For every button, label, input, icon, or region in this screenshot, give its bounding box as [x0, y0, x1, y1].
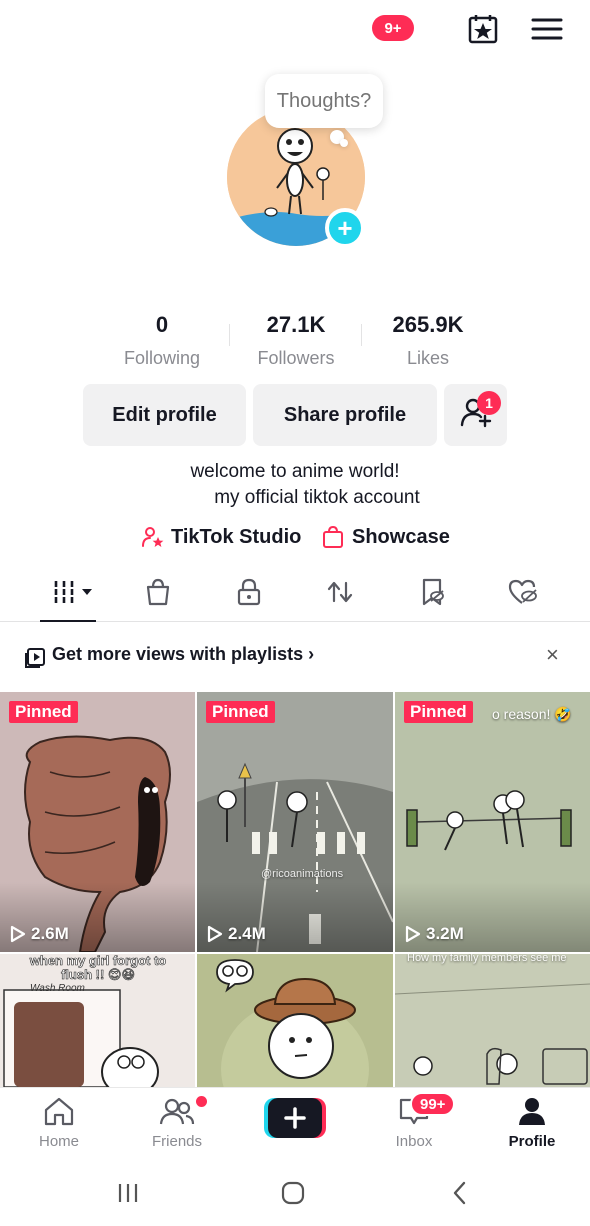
create-button[interactable] — [264, 1098, 326, 1138]
add-avatar-button[interactable]: + — [325, 208, 365, 248]
nav-profile-label: Profile — [508, 1133, 556, 1150]
video-thumbnail — [395, 692, 590, 952]
repost-icon — [325, 577, 355, 612]
pinned-badge: Pinned — [206, 701, 275, 723]
play-icon — [405, 925, 421, 943]
following-count: 0 — [155, 312, 169, 337]
video-thumbnail — [197, 692, 393, 952]
video-caption-overlay: when my girl forgot to flush !! 😍😆 — [29, 954, 167, 982]
heart-hidden-icon — [507, 577, 539, 612]
likes-label: Likes — [406, 348, 450, 368]
video-tile[interactable]: Wash Room when my girl forgot to flush !… — [0, 954, 195, 1087]
bookmark-hidden-icon — [417, 577, 447, 612]
view-count: 2.4M — [207, 924, 266, 944]
friends-notification-dot — [196, 1096, 207, 1107]
system-navigation-bar — [0, 1160, 590, 1226]
video-tile[interactable]: How my family members see me — [395, 954, 590, 1087]
playlist-icon — [24, 647, 46, 674]
recent-apps-icon[interactable] — [108, 1178, 148, 1208]
add-friend-button[interactable] — [444, 384, 507, 446]
bio-line-2: my official tiktok account — [214, 487, 420, 508]
shopping-bag-icon — [143, 577, 173, 612]
active-tab-indicator — [40, 620, 96, 622]
nav-home[interactable]: Home — [9, 1096, 109, 1150]
view-count: 2.6M — [10, 924, 69, 944]
video-tile[interactable]: Pinned o reason! 🤣 3.2M — [395, 692, 590, 952]
tab-videos[interactable] — [50, 576, 94, 612]
tiktok-studio-label: TikTok Studio — [171, 525, 302, 548]
pinned-badge: Pinned — [9, 701, 78, 723]
video-thumbnail — [0, 692, 195, 952]
bio-line-1: welcome to anime world! — [190, 461, 400, 482]
edit-profile-button[interactable]: Edit profile — [83, 384, 246, 446]
create-plus-icon — [264, 1098, 326, 1138]
video-watermark: @ricoanimations — [261, 868, 344, 880]
profile-icon — [515, 1098, 549, 1130]
view-count: 3.2M — [405, 924, 464, 944]
bottom-navigation: Home Friends Inbox 99+ Profile — [0, 1087, 590, 1159]
pinned-badge: Pinned — [404, 701, 473, 723]
nav-friends-label: Friends — [151, 1133, 203, 1150]
add-friend-badge: 1 — [477, 391, 501, 415]
content-tabs — [0, 566, 590, 622]
nav-profile[interactable]: Profile — [482, 1096, 582, 1150]
nav-home-label: Home — [38, 1133, 79, 1150]
calendar-star-icon[interactable] — [466, 12, 500, 46]
nav-friends[interactable]: Friends — [127, 1096, 227, 1150]
playlist-banner-label: Get more views with playlists — [52, 644, 304, 664]
friends-icon — [159, 1098, 195, 1130]
tab-private[interactable] — [231, 576, 267, 612]
video-thumbnail — [197, 954, 393, 1087]
stat-following[interactable]: 0 Following — [87, 312, 237, 369]
video-caption-overlay: o reason! 🤣 — [492, 706, 572, 722]
showcase-label: Showcase — [352, 525, 450, 548]
following-label: Following — [123, 348, 201, 368]
svg-text:Wash Room: Wash Room — [30, 983, 85, 994]
links-row: TikTok Studio Showcase — [0, 522, 590, 552]
stat-followers[interactable]: 27.1K Followers — [221, 312, 371, 369]
tab-liked[interactable] — [505, 576, 541, 612]
inbox-badge: 99+ — [410, 1092, 456, 1116]
playlist-banner-text: Get more views with playlists › — [52, 644, 314, 665]
nav-inbox-label: Inbox — [395, 1133, 433, 1150]
likes-count: 265.9K — [392, 312, 464, 337]
thoughts-bubble[interactable]: Thoughts? — [265, 74, 383, 128]
tab-favorites[interactable] — [414, 576, 450, 612]
video-thumbnail — [395, 954, 590, 1087]
view-count-value: 2.4M — [228, 924, 266, 943]
video-caption-overlay: How my family members see me — [407, 954, 567, 964]
chevron-right-icon: › — [308, 644, 315, 664]
view-count-value: 3.2M — [426, 924, 464, 943]
grid-dropdown-icon — [50, 577, 94, 612]
lock-icon — [234, 577, 264, 612]
stat-likes[interactable]: 265.9K Likes — [353, 312, 503, 369]
bubble-dot — [340, 139, 348, 147]
shopping-bag-icon — [322, 525, 344, 549]
video-tile[interactable]: Pinned 2.6M — [0, 692, 195, 952]
tab-shop[interactable] — [140, 576, 176, 612]
home-icon — [42, 1097, 76, 1130]
followers-count: 27.1K — [266, 312, 326, 337]
view-count-value: 2.6M — [31, 924, 69, 943]
playlist-banner[interactable]: Get more views with playlists › × — [0, 638, 590, 674]
menu-icon[interactable] — [530, 12, 564, 46]
share-profile-button[interactable]: Share profile — [253, 384, 437, 446]
notification-badge[interactable]: 9+ — [372, 15, 414, 41]
showcase-link[interactable]: Showcase — [322, 522, 450, 552]
video-tile[interactable] — [197, 954, 393, 1087]
back-icon[interactable] — [440, 1178, 480, 1208]
play-icon — [207, 925, 223, 943]
person-star-icon — [141, 525, 165, 549]
play-icon — [10, 925, 26, 943]
followers-label: Followers — [257, 348, 335, 368]
video-tile[interactable]: Pinned @ricoanimations 2.4M — [197, 692, 393, 952]
home-system-icon[interactable] — [273, 1178, 313, 1208]
tab-reposts[interactable] — [322, 576, 358, 612]
close-icon[interactable]: × — [546, 642, 559, 668]
tiktok-studio-link[interactable]: TikTok Studio — [141, 522, 301, 552]
top-bar: 9+ — [0, 0, 590, 60]
